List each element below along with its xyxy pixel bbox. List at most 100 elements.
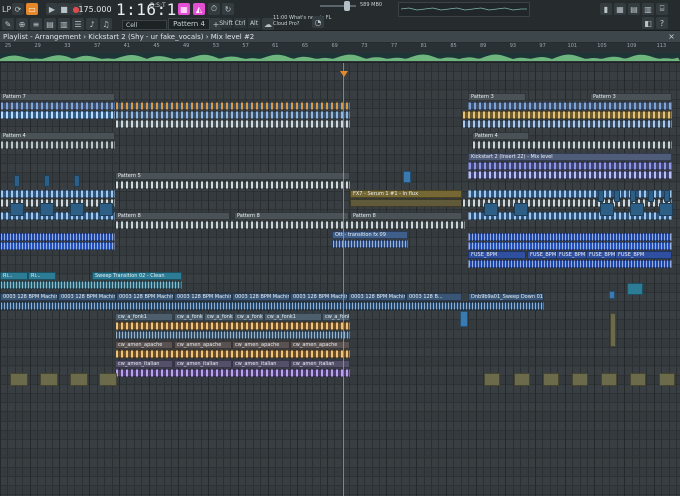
audio-clip[interactable]	[0, 302, 544, 310]
audio-clip[interactable]	[44, 175, 50, 187]
audio-clip[interactable]	[40, 373, 58, 386]
audio-clip[interactable]	[460, 311, 468, 327]
track-row[interactable]	[0, 385, 680, 394]
master-volume-slider[interactable]	[320, 1, 356, 11]
audio-clip[interactable]	[627, 283, 643, 295]
track-row[interactable]	[0, 431, 680, 440]
audio-clip[interactable]	[0, 233, 115, 241]
audio-clip[interactable]: 0003 128 BPM Machine F#	[348, 293, 406, 301]
playlist-grid[interactable]: Pattern 7 Pattern 4 Pattern 3 Pattern 3 Patt…	[0, 63, 680, 496]
audio-clip[interactable]	[601, 373, 617, 386]
pattern-clip[interactable]	[0, 141, 115, 149]
pattern-clip[interactable]: Pattern 8	[350, 212, 462, 220]
audio-clip[interactable]	[40, 203, 54, 216]
audio-clip[interactable]: FUSE_BPM	[468, 251, 526, 259]
audio-clip[interactable]	[468, 242, 672, 250]
ctrl-button[interactable]: Ctrl	[234, 18, 246, 28]
plugin-icon[interactable]: ♪	[86, 18, 98, 30]
audio-clip[interactable]: Sweep Transition 02 - Clean	[92, 272, 182, 280]
pitch-knob-icon[interactable]: ◔	[312, 16, 324, 28]
stop-button[interactable]: ■	[58, 3, 70, 15]
audio-clip[interactable]	[514, 373, 530, 386]
audio-clip[interactable]	[610, 313, 616, 347]
pattern-clip[interactable]	[115, 322, 350, 330]
audio-clip[interactable]	[99, 373, 117, 386]
audio-clip[interactable]	[630, 190, 636, 202]
snap-magnet-icon[interactable]: ⊕	[16, 18, 28, 30]
master-volume-knob[interactable]	[344, 1, 350, 11]
pattern-clip[interactable]: Pattern 5	[115, 172, 350, 180]
audio-clip[interactable]	[14, 175, 20, 187]
audio-clip[interactable]	[484, 373, 500, 386]
countdown-icon[interactable]: ⏱	[208, 3, 220, 15]
audio-clip[interactable]	[10, 373, 28, 386]
pattern-clip[interactable]: Pattern 7	[0, 93, 115, 101]
track-row[interactable]	[0, 467, 680, 477]
audio-clip[interactable]	[514, 203, 528, 216]
pattern-clip[interactable]	[472, 141, 672, 149]
browser-shortcut-icon[interactable]: ⌸	[656, 3, 668, 15]
audio-clip[interactable]	[664, 190, 670, 202]
audio-clip[interactable]: 0003 128 BPM Machine F#	[116, 293, 174, 301]
pattern-clip[interactable]: Pattern 4	[0, 132, 115, 140]
audio-clip[interactable]	[0, 242, 115, 250]
audio-clip[interactable]: cw_amen_italian	[232, 360, 290, 368]
audio-clip[interactable]	[74, 175, 80, 187]
audio-clip[interactable]	[609, 291, 615, 299]
pattern-clip[interactable]	[468, 171, 672, 179]
pattern-clip[interactable]	[115, 369, 350, 377]
pattern-clip[interactable]: Pattern 3	[590, 93, 672, 101]
audio-clip[interactable]	[598, 190, 604, 202]
news-panel[interactable]: 11:00 What's new in FL Cloud Pro?	[273, 15, 335, 29]
pattern-selector[interactable]: Pattern 4	[168, 18, 210, 30]
audio-clip[interactable]: cw_amen_italian	[115, 360, 173, 368]
timeline[interactable]: 25 29 33 37 41 45 49 53 57 61 65 69 73 77 81 85 89 93 97 10…	[0, 43, 680, 63]
pattern-clip[interactable]: Pattern 8	[115, 212, 230, 220]
playhead[interactable]	[343, 63, 344, 496]
audio-clip[interactable]: cw_a_fonk1	[234, 313, 264, 321]
help-icon[interactable]: ?	[656, 17, 668, 29]
pattern-clip[interactable]	[468, 102, 672, 110]
pattern-clip[interactable]	[115, 111, 350, 119]
pattern-clip[interactable]	[0, 190, 115, 198]
audio-clip[interactable]	[659, 373, 675, 386]
track-row[interactable]	[0, 412, 680, 422]
audio-clip[interactable]	[630, 373, 646, 386]
audio-clip[interactable]: cw_amen_italian	[174, 360, 232, 368]
audio-clip[interactable]: 0003 128 BPM Machine F#	[58, 293, 116, 301]
audio-clip[interactable]: cw_amen_apache	[232, 341, 290, 349]
audio-clip[interactable]	[70, 203, 84, 216]
audio-clip[interactable]: Ri...	[28, 272, 56, 280]
piano-roll-icon[interactable]: ▥	[58, 18, 70, 30]
audio-clip[interactable]	[403, 171, 411, 183]
audio-clip[interactable]	[115, 331, 350, 339]
pattern-clip[interactable]	[468, 162, 672, 170]
audio-clip[interactable]	[543, 373, 559, 386]
audio-clip[interactable]: FUSE_BPM	[615, 251, 672, 259]
audio-clip[interactable]	[468, 233, 672, 241]
audio-clip[interactable]: cw_a_fonk1	[322, 313, 350, 321]
pattern-clip[interactable]	[115, 102, 350, 110]
pattern-clip[interactable]	[462, 111, 672, 119]
audio-clip[interactable]	[99, 203, 113, 216]
pattern-clip[interactable]	[115, 120, 350, 128]
track-row[interactable]	[0, 486, 680, 496]
audio-clip[interactable]: 0003 128 BPM Machine F#	[0, 293, 58, 301]
audio-clip[interactable]: Ri...	[0, 272, 28, 280]
automation-clip[interactable]: FX7 - Serum 1 #1 - In flux	[350, 190, 462, 198]
audio-clip[interactable]	[600, 203, 614, 216]
pattern-clip[interactable]	[468, 190, 672, 198]
audio-clip[interactable]: cw_amen_apache	[115, 341, 173, 349]
arrangement-overview[interactable]	[0, 53, 680, 61]
audio-clip[interactable]	[468, 260, 672, 268]
step-edit-icon[interactable]: ▦	[178, 3, 190, 15]
bar-ruler[interactable]: 25 29 33 37 41 45 49 53 57 61 65 69 73 77 81 85 89 93 97 10…	[0, 43, 680, 52]
track-row[interactable]	[0, 394, 680, 404]
channel-rack-icon[interactable]: ▤	[44, 18, 56, 30]
fl-logo[interactable]: LP	[2, 3, 11, 15]
pattern-clip[interactable]	[115, 350, 350, 358]
audio-clip[interactable]	[10, 203, 24, 216]
audio-clip[interactable]: 0003 128 BPM Machine F#	[232, 293, 290, 301]
audio-clip[interactable]: cw_amen_apache	[174, 341, 232, 349]
alt-button[interactable]: Alt	[248, 18, 260, 28]
